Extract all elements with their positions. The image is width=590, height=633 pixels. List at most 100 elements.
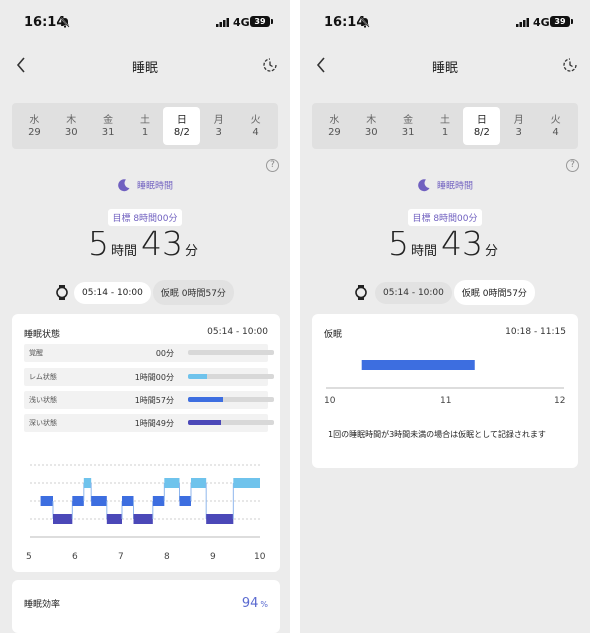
date-label: 8/2 — [173, 127, 190, 138]
nap-pill[interactable]: 仮眠 0時間57分 — [453, 280, 535, 305]
date-item-5[interactable]: 月3 — [200, 107, 237, 145]
nap-card: 仮眠 10:18 - 11:15 10 11 12 1回の睡眠時間が3時間未満の… — [312, 314, 578, 468]
hypnogram-segment — [191, 478, 207, 488]
sleep-time-header: 睡眠時間 — [0, 178, 290, 192]
sleep-state-title: 睡眠状態 — [24, 330, 61, 340]
date-label: 1 — [441, 127, 449, 138]
axis-tick: 12 — [554, 396, 566, 406]
date-item-5[interactable]: 月3 — [500, 107, 537, 145]
axis-tick: 9 — [210, 552, 216, 562]
stage-row-rem: レム状態 1時間00分 — [24, 368, 274, 386]
moon-icon — [118, 179, 130, 192]
date-item-1[interactable]: 木 30 — [53, 107, 90, 145]
main-sleep-pill[interactable]: 05:14 - 10:00 — [74, 281, 151, 304]
duration-minutes: 43 — [441, 224, 483, 263]
hypnogram-segment — [91, 496, 107, 506]
date-label: 30 — [64, 127, 78, 138]
efficiency-label: 睡眠効率 — [24, 600, 61, 610]
hypnogram-segment — [233, 478, 260, 488]
nap-chart — [326, 360, 564, 389]
history-clock-icon[interactable] — [260, 55, 280, 75]
sleep-screen-nap: 16:14 4G 39 睡眠 水 29 木 30 金 31 土1 日 8/2 月3 火4 — [300, 0, 590, 633]
axis-tick: 10 — [254, 552, 266, 562]
date-item-6[interactable]: 火4 — [237, 107, 274, 145]
stage-value: 1時間57分 — [134, 396, 174, 405]
date-item-0[interactable]: 水 29 — [316, 107, 353, 145]
axis-tick: 8 — [164, 552, 170, 562]
hypnogram-segment — [164, 478, 180, 488]
minutes-unit: 分 — [185, 244, 199, 259]
stage-bar-fill — [188, 374, 207, 379]
sleep-duration: 5 時間 43 分 — [300, 224, 590, 263]
hours-unit: 時間 — [110, 244, 137, 259]
sleep-state-card: 睡眠状態 05:14 - 10:00 覚醒 00分 レム状態 1時間00分 浅い… — [12, 314, 280, 572]
nav-bar: 睡眠 — [0, 50, 290, 80]
sleep-efficiency-card[interactable]: 睡眠効率 94% — [12, 580, 280, 633]
page-title: 睡眠 — [131, 61, 158, 76]
goal-badge: 目標 8時間00分 — [300, 206, 590, 226]
page-title: 睡眠 — [431, 61, 458, 76]
session-pills: 05:14 - 10:00 仮眠 0時間57分 — [300, 280, 590, 305]
battery-icon: 39 — [250, 16, 273, 27]
weekday-label: 日 — [476, 115, 487, 126]
stage-value: 00分 — [155, 349, 174, 358]
axis-tick: 5 — [26, 552, 32, 562]
network-label: 4G — [233, 16, 250, 29]
date-item-1[interactable]: 木 30 — [353, 107, 390, 145]
hypnogram-segment — [206, 514, 234, 524]
date-item-selected[interactable]: 日 8/2 — [163, 107, 201, 145]
nap-title: 仮眠 — [324, 330, 343, 340]
stage-row-awake: 覚醒 00分 — [24, 344, 274, 362]
watch-icon — [56, 285, 68, 300]
hypnogram-segment — [72, 496, 84, 506]
help-icon[interactable]: ? — [266, 159, 279, 172]
stage-label: レム状態 — [29, 373, 57, 381]
help-icon[interactable]: ? — [566, 159, 579, 172]
hypnogram-segment — [133, 514, 153, 524]
hours-unit: 時間 — [410, 244, 437, 259]
goal-badge: 目標 8時間00分 — [0, 206, 290, 226]
watch-icon — [355, 285, 367, 300]
signal-icon — [516, 18, 529, 27]
hypnogram-segment — [179, 496, 191, 506]
hypnogram-segment — [83, 478, 92, 488]
date-item-6[interactable]: 火4 — [537, 107, 574, 145]
sleep-time-header: 睡眠時間 — [300, 178, 590, 192]
weekday-label: 土 — [440, 115, 450, 126]
date-selector: 水 29 木 30 金 31 土1 日 8/2 月3 火4 — [312, 103, 578, 149]
hypnogram-segment — [106, 514, 122, 524]
sleep-time-label: 睡眠時間 — [436, 181, 473, 192]
nap-pill[interactable]: 仮眠 0時間57分 — [152, 280, 234, 305]
sleep-screen-main: 16:14 4G 39 睡眠 水 29 木 30 金 31 土1 日 8/2 月3 火4 — [0, 0, 290, 633]
date-label: 1 — [141, 127, 149, 138]
stage-row-light: 浅い状態 1時間57分 — [24, 391, 274, 409]
date-label: 3 — [515, 127, 522, 138]
stage-value: 1時間49分 — [134, 419, 174, 428]
stage-label: 覚醒 — [29, 349, 43, 357]
screenshot-divider — [290, 0, 300, 633]
efficiency-value: 94% — [242, 592, 268, 611]
date-item-selected[interactable]: 日 8/2 — [463, 107, 501, 145]
axis-tick: 6 — [72, 552, 78, 562]
efficiency-unit: % — [260, 600, 268, 609]
main-sleep-pill[interactable]: 05:14 - 10:00 — [375, 281, 452, 304]
date-item-3[interactable]: 土1 — [127, 107, 164, 145]
axis-tick: 11 — [440, 396, 452, 406]
date-label: 8/2 — [473, 127, 490, 138]
stage-bar — [188, 374, 274, 379]
history-clock-icon[interactable] — [560, 55, 580, 75]
stage-bar-fill — [188, 397, 224, 402]
status-bar: 16:14 4G 39 — [0, 14, 290, 34]
signal-icon — [216, 18, 229, 27]
axis-tick: 7 — [118, 552, 124, 562]
date-item-2[interactable]: 金 31 — [390, 107, 427, 145]
date-item-3[interactable]: 土1 — [427, 107, 464, 145]
date-item-0[interactable]: 水 29 — [16, 107, 53, 145]
date-item-2[interactable]: 金 31 — [90, 107, 127, 145]
weekday-label: 木 — [366, 115, 377, 126]
hypnogram-segment — [40, 496, 53, 506]
duration-hours: 5 — [387, 224, 409, 263]
date-label: 29 — [28, 127, 41, 138]
axis-tick: 10 — [324, 396, 336, 406]
network-label: 4G — [533, 16, 550, 29]
